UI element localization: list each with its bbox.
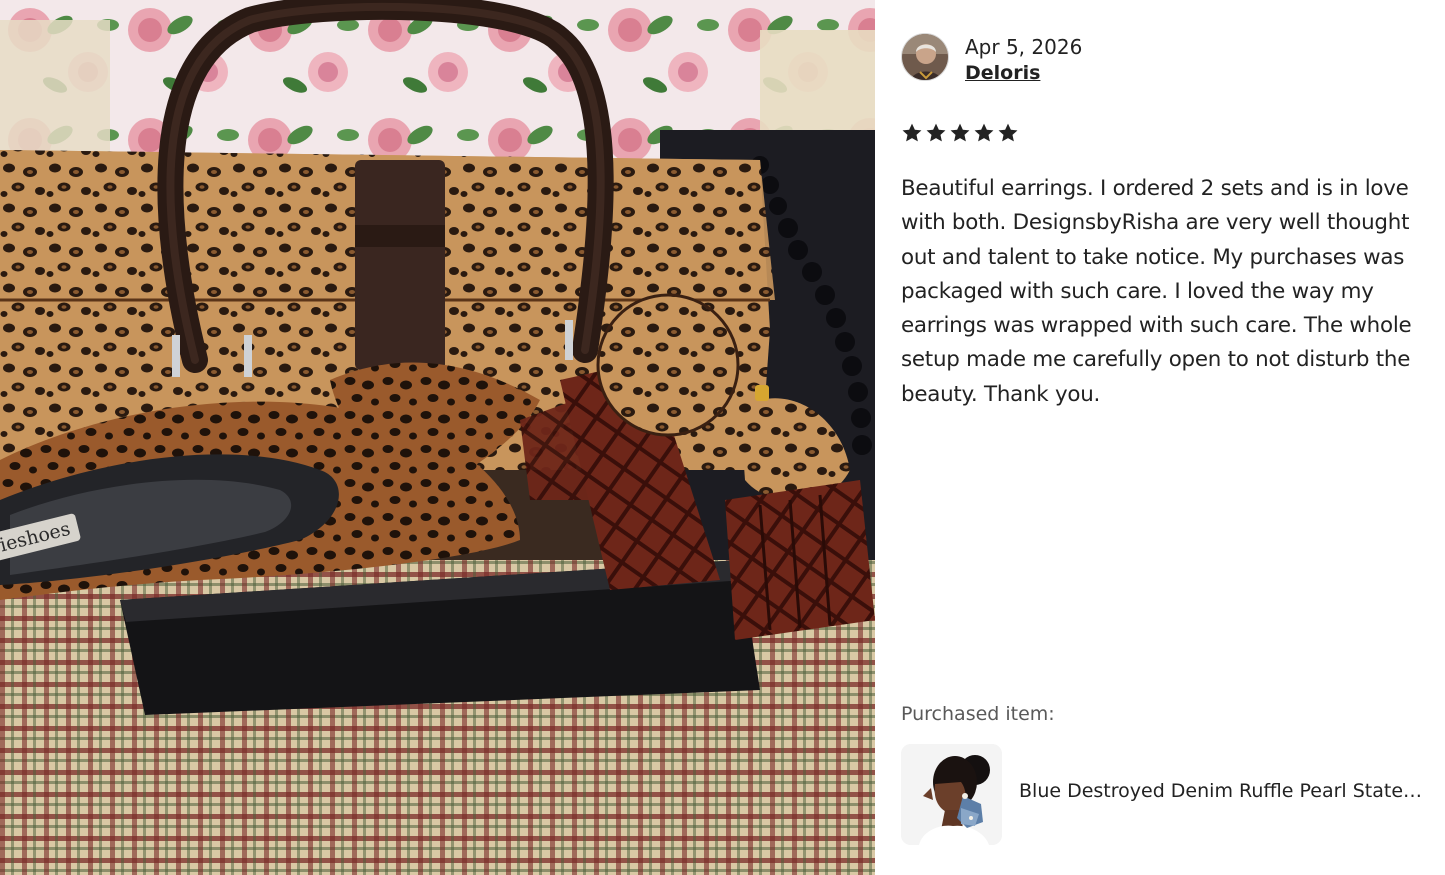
rating-stars: [901, 122, 1019, 144]
star-icon: [998, 123, 1018, 142]
star-icon: [974, 123, 994, 142]
star-icon: [902, 123, 922, 142]
review-photo: ieshoes: [0, 0, 875, 875]
purchased-item-title-link[interactable]: Blue Destroyed Denim Ruffle Pearl Statem…: [1019, 778, 1423, 804]
star-icon: [950, 123, 970, 142]
avatar[interactable]: [901, 33, 949, 81]
review-date: Apr 5, 2026: [965, 35, 1083, 59]
review-panel: Apr 5, 2026 Deloris Beautiful earrings. …: [875, 0, 1445, 875]
star-icon: [926, 123, 946, 142]
purchased-item-label: Purchased item:: [901, 703, 1055, 725]
reviewer-name-link[interactable]: Deloris: [965, 61, 1040, 85]
purchased-item-thumbnail[interactable]: [901, 744, 1002, 845]
review-text: Beautiful earrings. I ordered 2 sets and…: [901, 176, 1412, 407]
review-modal: ieshoes Apr 5, 2026 Deloris Beautiful ea…: [0, 0, 1445, 875]
